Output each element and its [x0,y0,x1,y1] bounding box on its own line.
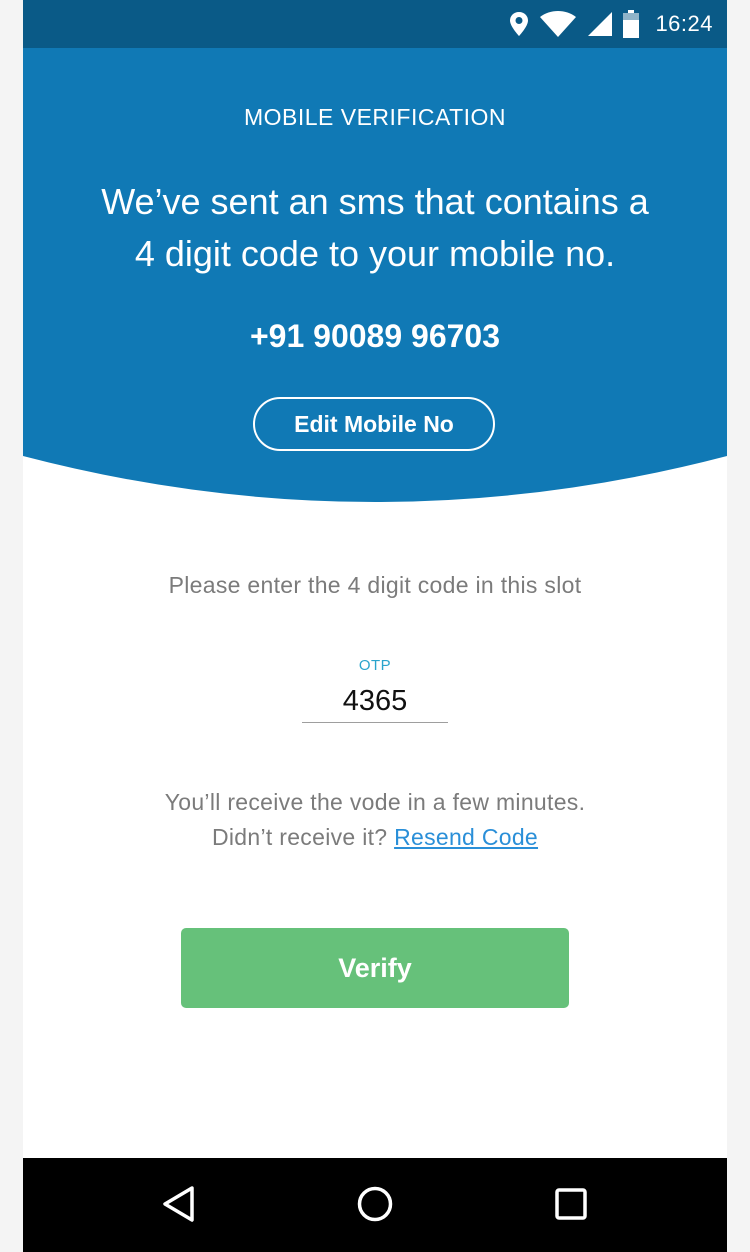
resend-code-link[interactable]: Resend Code [394,824,538,850]
otp-input[interactable] [302,680,448,723]
recents-button[interactable] [547,1182,595,1230]
phone-screen: 16:24 MOBILE VERIFICATION We’ve sent an … [23,0,727,1252]
back-button[interactable] [155,1182,203,1230]
verify-button[interactable]: Verify [181,928,569,1008]
cell-signal-icon [587,11,613,37]
navigation-bar [23,1158,727,1252]
status-bar: 16:24 [23,0,727,48]
header-panel: MOBILE VERIFICATION We’ve sent an sms th… [23,48,727,508]
header-message-line-1: We’ve sent an sms that contains a [101,181,649,222]
left-margin [0,0,24,1252]
right-margin [726,0,750,1252]
page-title: MOBILE VERIFICATION [243,104,507,130]
home-icon [356,1185,394,1228]
phone-number: +91 90089 96703 [249,318,501,354]
battery-icon [623,10,640,38]
status-icons: 16:24 [509,0,713,48]
receive-prompt: Didn’t receive it? [211,824,395,850]
wifi-icon [539,10,577,38]
receive-info: You’ll receive the vode in a few minutes… [23,785,727,855]
instruction-text: Please enter the 4 digit code in this sl… [168,572,582,598]
recents-icon [554,1187,588,1226]
header-message: We’ve sent an sms that contains a 4 digi… [63,176,687,280]
status-time: 16:24 [655,11,713,36]
receive-line-1: You’ll receive the vode in a few minutes… [164,789,586,815]
back-icon [161,1185,197,1228]
home-button[interactable] [351,1182,399,1230]
header-message-line-2: 4 digit code to your mobile no. [134,233,616,274]
edit-mobile-button[interactable]: Edit Mobile No [253,397,495,451]
receive-line-2: Didn’t receive it? Resend Code [23,820,727,855]
location-icon [509,11,529,37]
otp-label: OTP [358,657,392,674]
